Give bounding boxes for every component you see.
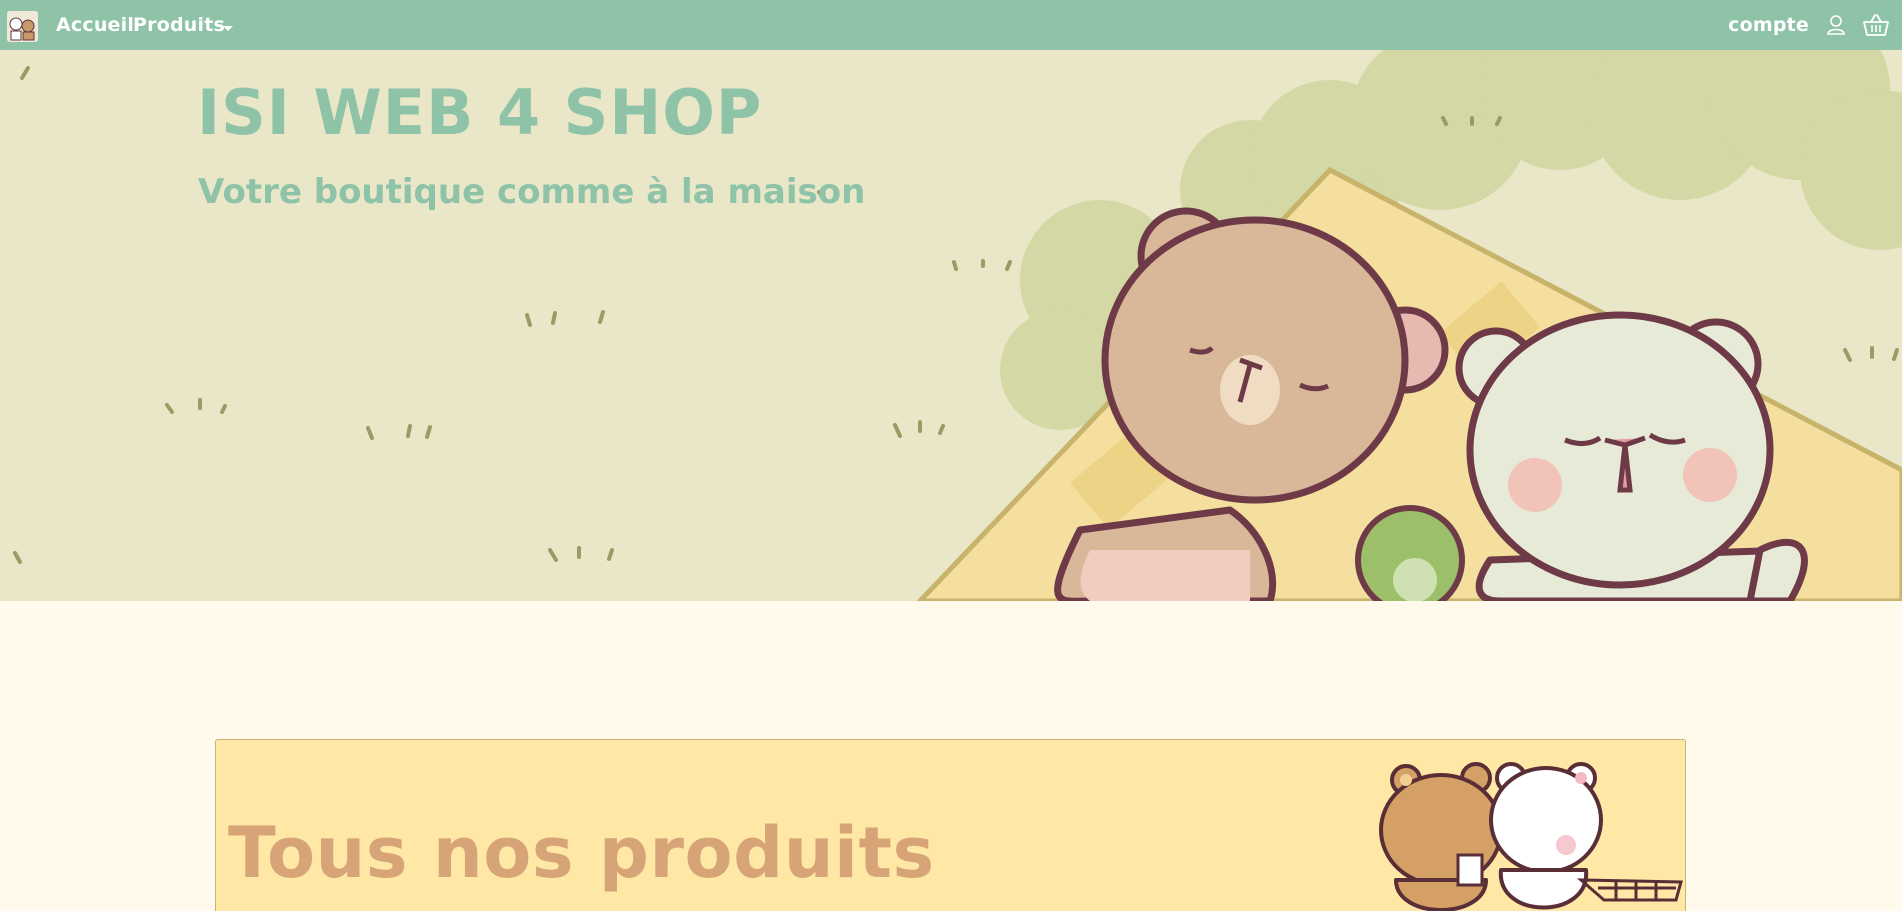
chevron-down-icon[interactable]	[223, 26, 233, 31]
products-header-card: Tous nos produits	[215, 739, 1686, 911]
bears-shopping-illustration	[1379, 762, 1683, 911]
nav-compte-link[interactable]: compte	[1728, 14, 1809, 36]
user-icon[interactable]	[1826, 14, 1846, 36]
nav-accueil-link[interactable]: Accueil	[56, 14, 134, 36]
products-section-title: Tous nos produits	[228, 812, 935, 894]
bears-logo-icon[interactable]	[7, 11, 38, 42]
top-navbar: Accueil Produits compte	[0, 0, 1902, 50]
basket-icon[interactable]	[1862, 13, 1890, 37]
hero-banner: ISI WEB 4 SHOP Votre boutique comme à la…	[0, 50, 1902, 601]
hero-subtitle: Votre boutique comme à la maison	[198, 172, 866, 212]
hero-title: ISI WEB 4 SHOP	[197, 76, 763, 149]
nav-produits-dropdown[interactable]: Produits	[133, 14, 225, 36]
